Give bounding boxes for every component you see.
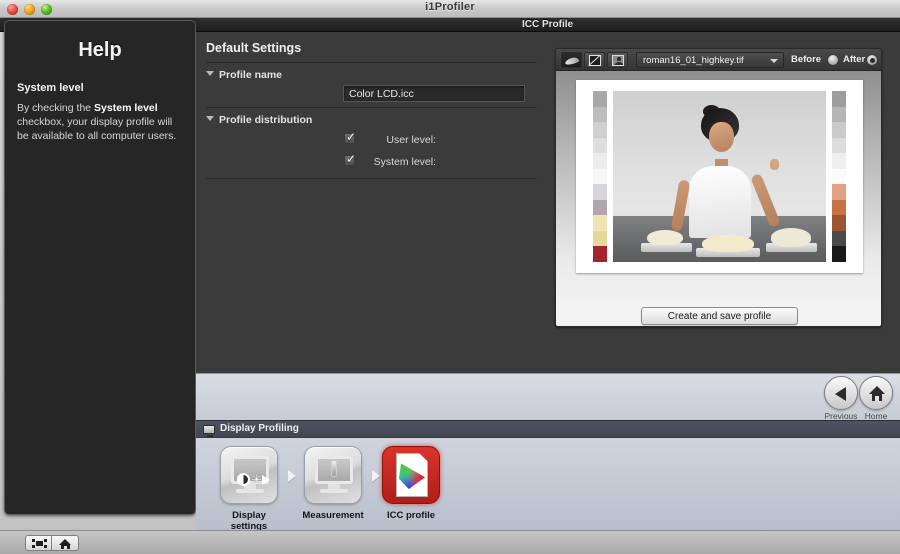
home-icon [869,386,885,402]
workflow-title: Display Profiling [220,423,299,434]
help-section-heading: System level [17,82,183,94]
workflow-step-icc-profile[interactable]: ICC profile [375,446,447,521]
preview-file-select-value: roman16_01_highkey.tif [643,55,744,66]
preview-tool-buttons [561,52,630,68]
status-bar [0,530,900,554]
system-level-checkbox[interactable]: ✓ [344,155,355,166]
chevron-down-icon[interactable] [206,71,214,76]
workflow-steps: ✳ Display settings Measurement ICC profi… [196,438,900,531]
group-profile-name-label: Profile name [219,69,282,81]
preview-stage [556,71,882,303]
navigation-bar: Previous Home [196,373,900,420]
user-level-label: User level: [306,134,436,146]
home-button[interactable]: Home [859,376,893,410]
workflow-step-display-settings[interactable]: ✳ Display settings [213,446,285,532]
curve-icon [589,55,601,66]
workflow-step-label: ICC profile [375,510,447,521]
swatch-icon-button[interactable] [561,52,582,68]
system-level-label: System level: [306,156,436,168]
divider-top [206,62,537,63]
home-status-button[interactable] [52,535,79,551]
portrait-icon-button[interactable] [607,52,628,68]
portrait-icon [612,55,624,66]
home-button-circle [859,376,893,410]
fullscreen-button[interactable] [25,535,52,551]
before-radio[interactable] [827,54,839,66]
display-settings-icon: ✳ [220,446,278,504]
image-preview-panel: roman16_01_highkey.tif Before After [555,48,882,327]
after-label: After [843,54,865,65]
left-color-strip [593,91,607,262]
right-color-strip [832,91,846,262]
window-titlebar: i1Profiler [0,0,900,18]
previous-button[interactable]: Previous [824,376,858,410]
help-body-text: By checking the System level checkbox, y… [17,101,183,143]
file-name-input[interactable]: Color LCD.icc [343,85,525,102]
help-body-bold: System level [94,102,158,114]
main-content-panel: Default Settings Profile name File name:… [196,32,900,373]
page-title: ICC Profile [195,18,900,32]
home-icon [59,539,72,549]
workflow-step-label: Measurement [297,510,369,521]
divider-bottom [206,178,537,179]
preview-file-select[interactable]: roman16_01_highkey.tif [636,52,784,68]
group-profile-distribution-label: Profile distribution [219,114,312,126]
preview-footer: Create and save profile [556,303,882,327]
divider-middle [206,107,537,108]
curve-icon-button[interactable] [584,52,605,68]
chevron-down-icon [770,59,778,63]
measurement-icon [304,446,362,504]
before-label: Before [791,54,821,65]
radio-selected-dot [870,58,875,63]
help-body-prefix: By checking the [17,102,94,114]
settings-heading: Default Settings [206,41,301,55]
previous-button-circle [824,376,858,410]
workflow-panel: Display Profiling ✳ Display settings Mea… [196,420,900,530]
window-title: i1Profiler [0,1,900,13]
swatch-icon [565,57,580,66]
preview-photo [593,91,846,262]
fullscreen-icon [32,539,47,548]
check-icon: ✓ [346,131,356,143]
icc-profile-icon [382,446,440,504]
help-body-suffix: checkbox, your display profile will be a… [17,116,176,142]
chevron-down-icon[interactable] [206,116,214,121]
group-profile-distribution[interactable]: Profile distribution [206,114,312,126]
chevron-right-icon [288,470,296,482]
help-panel: Help System level By checking the System… [4,20,196,515]
after-radio[interactable] [866,54,878,66]
user-level-checkbox[interactable]: ✓ [344,133,355,144]
arrow-left-icon [835,387,846,401]
help-title: Help [5,39,195,62]
app-window: i1Profiler ICC Profile Help System level… [0,0,900,554]
group-profile-name[interactable]: Profile name [206,69,282,81]
check-icon: ✓ [346,153,356,165]
create-and-save-profile-button[interactable]: Create and save profile [641,307,798,325]
workflow-header: Display Profiling [196,421,900,438]
preview-photo-subject [613,91,826,262]
monitor-icon [203,425,215,434]
workflow-step-measurement[interactable]: Measurement [297,446,369,521]
preview-toolbar: roman16_01_highkey.tif Before After [556,49,882,71]
preview-photo-frame [576,80,863,273]
workflow-step-label: Display settings [213,510,285,532]
